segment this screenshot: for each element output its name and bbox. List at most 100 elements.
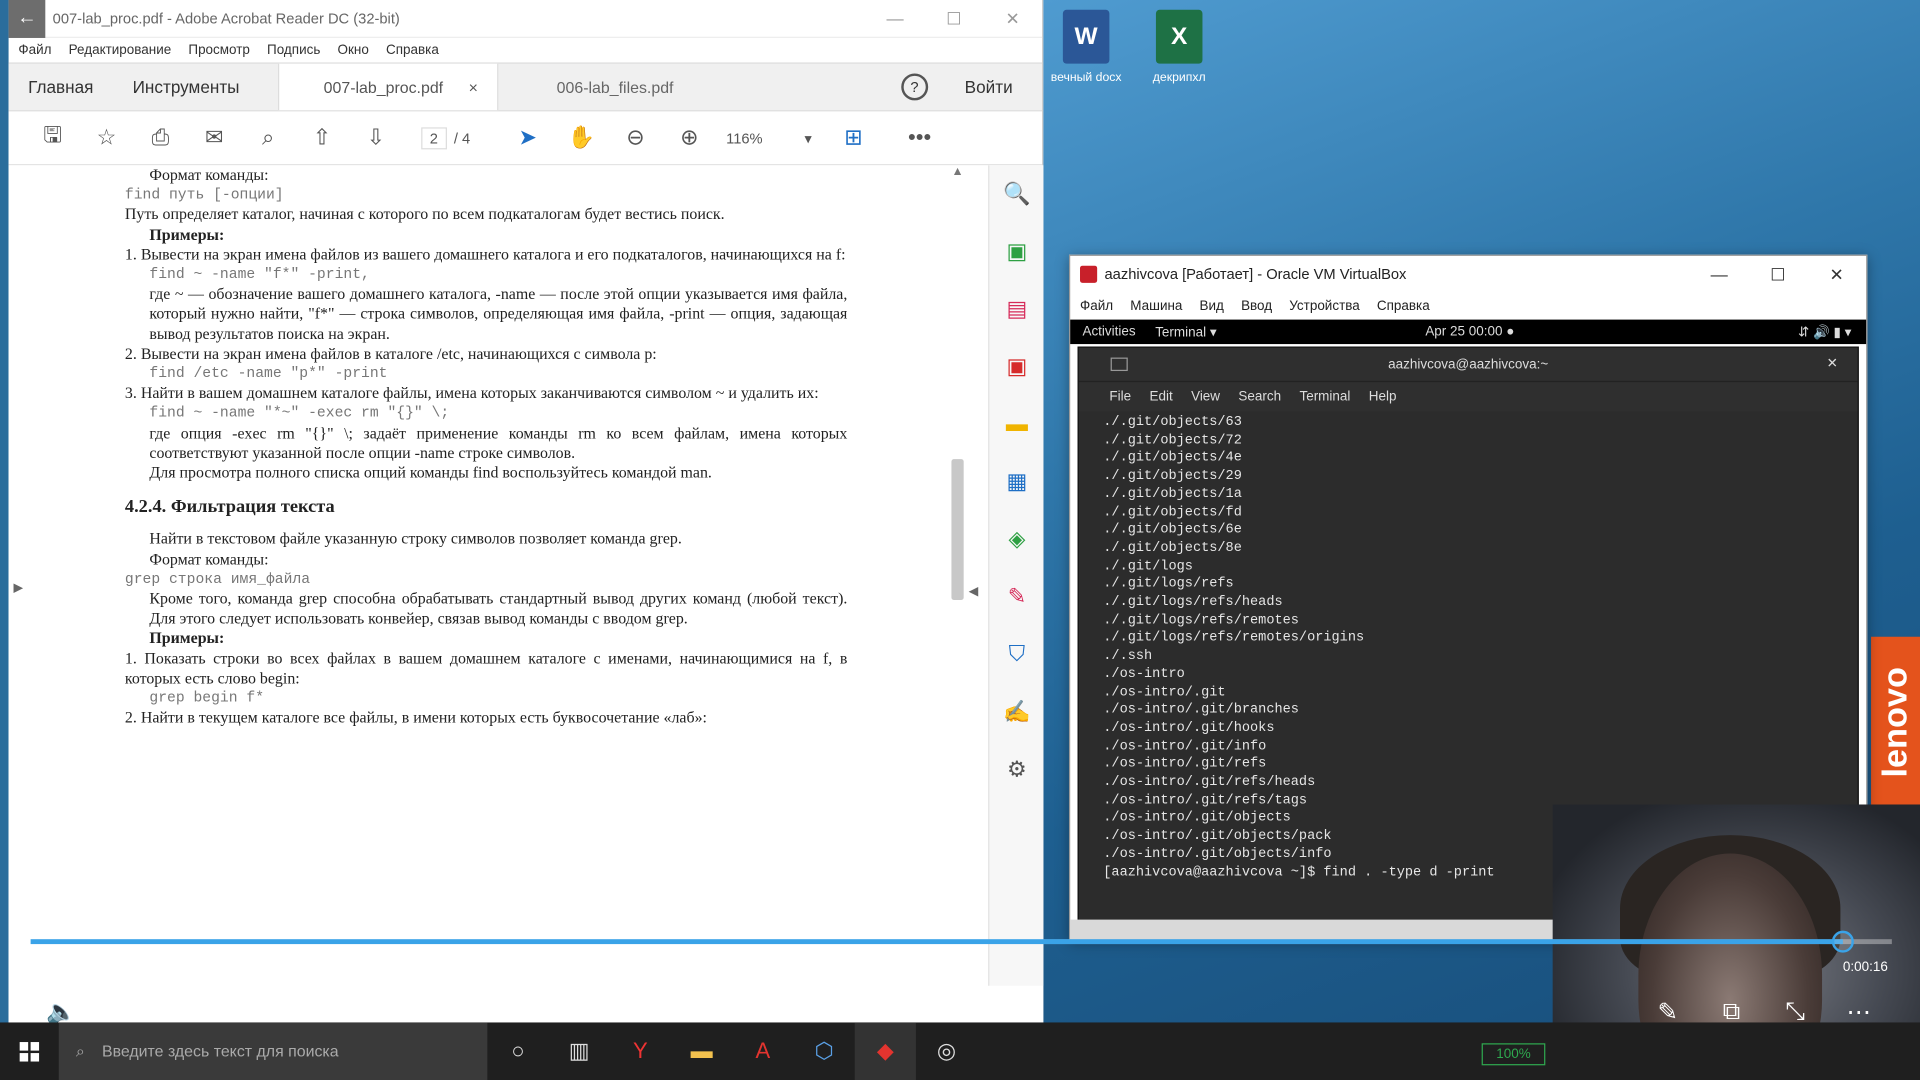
text-line: Найти в текстовом файле указанную строку… [149, 529, 682, 548]
zoom-tool-icon[interactable]: 🔍 [989, 165, 1044, 223]
menu-help[interactable]: Справка [386, 43, 439, 58]
menu-edit[interactable]: Edit [1149, 389, 1172, 404]
menu-view[interactable]: Просмотр [188, 43, 250, 58]
menu-file[interactable]: Файл [18, 43, 51, 58]
scroll-thumb[interactable] [951, 459, 964, 601]
more-tools-icon[interactable]: ⚙ [989, 741, 1044, 799]
file-explorer-icon[interactable]: ▬ [671, 1022, 732, 1080]
task-view-icon[interactable]: ▥ [549, 1022, 610, 1080]
scan-icon[interactable]: ◈ [989, 511, 1044, 569]
text-line: Формат команды: [149, 549, 269, 568]
document-view[interactable]: ▶ Формат команды: find путь [-опции] Пут… [8, 165, 1044, 1023]
virtualbox-titlebar: aazhivcova [Работает] - Oracle VM Virtua… [1070, 256, 1866, 293]
progress-fill [30, 939, 1844, 945]
page-up-icon[interactable]: ⇧ [295, 113, 349, 162]
save-icon[interactable]: 🖫 [26, 113, 80, 162]
fit-page-icon[interactable]: ⊞ [827, 113, 881, 162]
cortana-icon[interactable]: ○ [487, 1022, 548, 1080]
acrobat-taskbar-icon[interactable]: A [732, 1022, 793, 1080]
select-cursor-icon[interactable]: ➤ [501, 113, 555, 162]
gnome-topbar: Activities Terminal ▾ Apr 25 00:00 ● ⇵ 🔊… [1070, 319, 1867, 345]
menu-input[interactable]: Ввод [1241, 299, 1272, 314]
acrobat-titlebar: ← 007-lab_proc.pdf - Adobe Acrobat Reade… [8, 0, 1043, 38]
sign-icon[interactable]: ✍ [989, 683, 1044, 741]
terminal-titlebar: aazhivcova@aazhivcova:~ ✕ [1078, 347, 1858, 383]
menu-file[interactable]: File [1109, 389, 1131, 404]
system-tray-icon[interactable]: ⇵ 🔊 ▮ ▾ [1798, 324, 1851, 340]
close-icon[interactable]: ✕ [1807, 264, 1866, 285]
app-taskbar-icon[interactable]: ◆ [854, 1022, 916, 1080]
page-number-input[interactable]: 2 [421, 126, 447, 149]
menu-window[interactable]: Окно [338, 43, 369, 58]
obs-taskbar-icon[interactable]: ◎ [916, 1022, 977, 1080]
virtualbox-taskbar-icon[interactable]: ⬡ [793, 1022, 854, 1080]
menu-terminal[interactable]: Terminal [1299, 389, 1350, 404]
zoom-select[interactable]: 116% ▾ [726, 129, 812, 146]
menu-view[interactable]: Вид [1200, 299, 1224, 314]
vertical-scrollbar[interactable]: ▲ [945, 165, 969, 949]
close-icon[interactable]: ✕ [1827, 355, 1838, 371]
left-pane-toggle-icon[interactable]: ▶ [13, 582, 22, 595]
close-icon[interactable]: ✕ [983, 8, 1042, 29]
menu-machine[interactable]: Машина [1130, 299, 1182, 314]
star-icon[interactable]: ☆ [80, 113, 134, 162]
word-icon: W [1062, 9, 1110, 64]
page-total: / 4 [453, 129, 471, 147]
section-heading: 4.2.4. Фильтрация текста [124, 497, 335, 518]
windows-start-icon[interactable] [0, 1022, 59, 1080]
organize-pages-icon[interactable]: ▤ [989, 280, 1044, 338]
new-tab-icon[interactable] [1110, 357, 1128, 372]
signin-button[interactable]: Войти [965, 77, 1013, 97]
tab-tools[interactable]: Инструменты [113, 64, 278, 111]
edit-pdf-icon[interactable]: ▦ [989, 453, 1044, 511]
print-icon[interactable]: ⎙ [133, 113, 187, 162]
battery-indicator[interactable]: 100% [1481, 1043, 1546, 1066]
desktop-icon-label: декрипхл [1152, 71, 1206, 85]
taskbar-search[interactable]: ⌕ Введите здесь текст для поиска [58, 1022, 488, 1080]
menu-devices[interactable]: Устройства [1289, 299, 1359, 314]
elapsed-time: 0:15:53 [29, 960, 75, 975]
text-line: 1. Вывести на экран имена файлов из ваше… [124, 244, 846, 264]
menu-sign[interactable]: Подпись [267, 43, 320, 58]
page-down-icon[interactable]: ⇩ [349, 113, 403, 162]
clock[interactable]: Apr 25 00:00 ● [1425, 324, 1514, 339]
tab-home[interactable]: Главная [9, 64, 113, 111]
app-menu[interactable]: Terminal ▾ [1155, 324, 1216, 340]
protect-icon[interactable]: ⛉ [989, 626, 1044, 684]
more-icon[interactable]: ••• [893, 113, 947, 162]
fill-sign-icon[interactable]: ✎ [989, 568, 1044, 626]
maximize-icon[interactable]: ☐ [1749, 264, 1808, 285]
maximize-icon[interactable]: ☐ [924, 8, 983, 29]
video-progress-bar[interactable] [30, 939, 1892, 945]
right-pane-toggle-icon[interactable]: ◀ [969, 585, 978, 598]
close-tab-icon[interactable]: × [469, 78, 478, 96]
minimize-icon[interactable]: — [866, 9, 925, 29]
menu-help[interactable]: Справка [1377, 299, 1430, 314]
hand-tool-icon[interactable]: ✋ [555, 113, 609, 162]
menu-view[interactable]: View [1191, 389, 1220, 404]
help-icon[interactable]: ? [901, 73, 928, 101]
menu-search[interactable]: Search [1238, 389, 1281, 404]
acrobat-menubar: Файл Редактирование Просмотр Подпись Окн… [9, 38, 1042, 62]
menu-file[interactable]: Файл [1080, 299, 1113, 314]
code-line: find ~ -name "*~" -exec rm "{}" \; [149, 404, 450, 422]
export-pdf-icon[interactable]: ▣ [989, 338, 1044, 396]
desktop-icon-excel[interactable]: X декрипхл [1136, 9, 1222, 85]
search-icon[interactable]: ⌕ [241, 113, 295, 162]
create-pdf-icon[interactable]: ▣ [989, 223, 1044, 281]
zoom-in-icon[interactable]: ⊕ [662, 113, 716, 162]
yandex-browser-icon[interactable]: Y [610, 1022, 671, 1080]
menu-edit[interactable]: Редактирование [69, 43, 172, 58]
text-line: 2. Найти в текущем каталоге все файлы, в… [124, 708, 707, 727]
menu-help[interactable]: Help [1369, 389, 1397, 404]
back-arrow-icon[interactable]: ← [8, 0, 46, 38]
minimize-icon[interactable]: — [1690, 264, 1749, 284]
tab-document-other[interactable]: 006-lab_files.pdf [499, 64, 732, 111]
email-icon[interactable]: ✉ [187, 113, 241, 162]
zoom-out-icon[interactable]: ⊖ [609, 113, 663, 162]
desktop-icon-word[interactable]: W вечный docx [1043, 9, 1129, 85]
activities-button[interactable]: Activities [1082, 324, 1135, 339]
comment-icon[interactable]: ▬ [989, 396, 1044, 454]
tab-document-active[interactable]: 007-lab_proc.pdf × [278, 63, 499, 111]
scroll-up-icon[interactable]: ▲ [945, 165, 969, 178]
